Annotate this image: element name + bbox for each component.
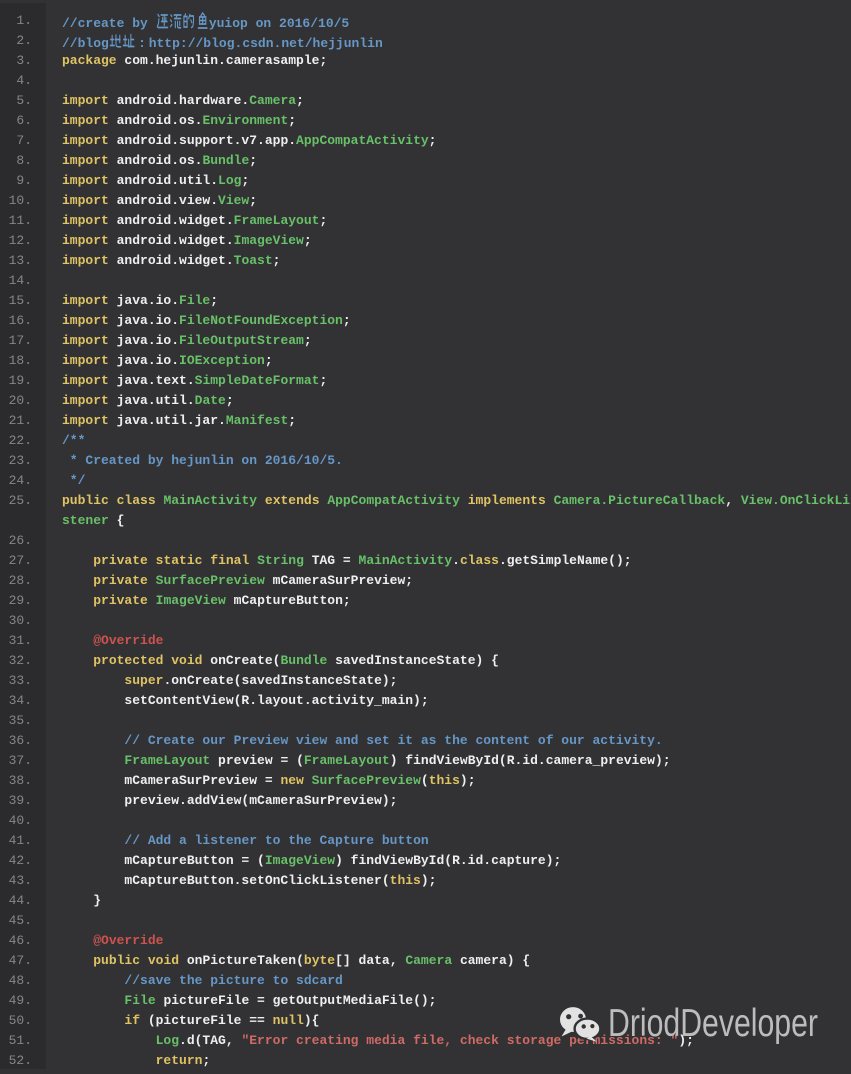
svg-text:DriodDeveloper: DriodDeveloper — [608, 1002, 818, 1045]
